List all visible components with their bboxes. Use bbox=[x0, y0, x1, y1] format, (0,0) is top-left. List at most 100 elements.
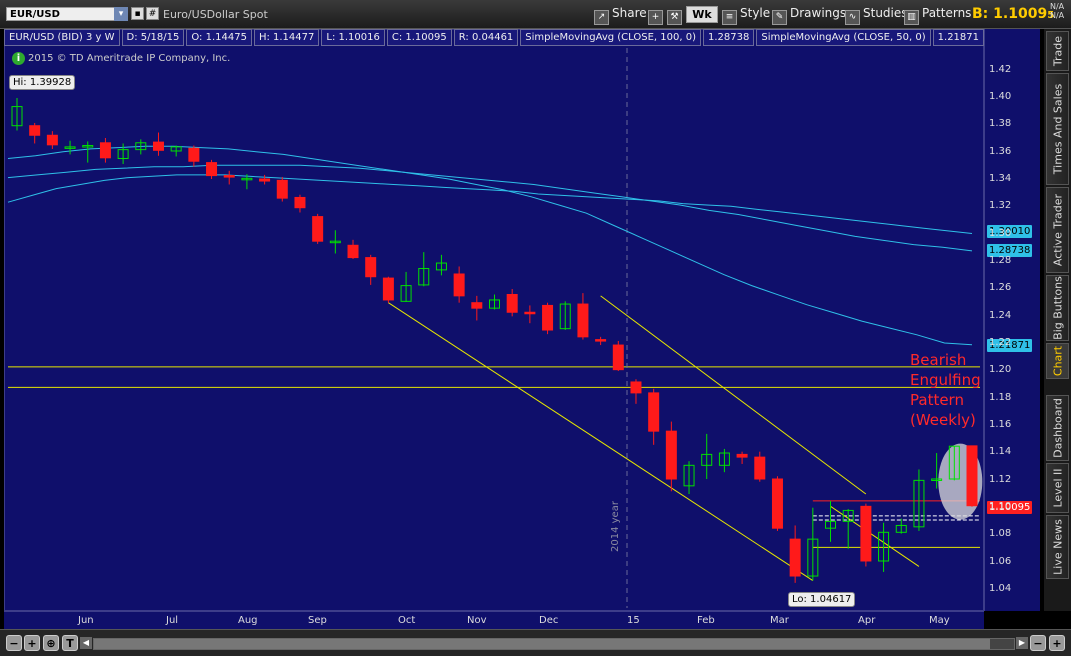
candle-down bbox=[966, 445, 978, 507]
scroll-right-icon[interactable]: ▶ bbox=[1016, 637, 1028, 649]
year-separator-label: 2014 year bbox=[610, 501, 621, 552]
candle-down bbox=[188, 147, 200, 162]
sma-line-0 bbox=[7, 174, 973, 234]
candle-down bbox=[453, 273, 465, 297]
price-tick-label: 1.36 bbox=[989, 145, 1012, 157]
candle-down bbox=[471, 302, 483, 309]
info-sma100-label: SimpleMovingAvg (CLOSE, 100, 0) bbox=[520, 29, 701, 46]
zoom-in-right-icon[interactable]: + bbox=[1049, 635, 1065, 651]
candle-down bbox=[577, 303, 589, 338]
tab-live-news[interactable]: Live News bbox=[1046, 515, 1069, 579]
candle-down bbox=[223, 175, 235, 178]
price-tick-label: 1.38 bbox=[989, 118, 1012, 130]
time-tick-label: Mar bbox=[770, 615, 789, 626]
zoom-out-right-icon[interactable]: − bbox=[1030, 635, 1046, 651]
candle-down bbox=[29, 125, 41, 136]
candle-down bbox=[506, 293, 518, 313]
candle-down bbox=[595, 339, 607, 342]
candle-down bbox=[860, 505, 872, 562]
tab-dashboard-label: Dashboard bbox=[1051, 398, 1064, 458]
price-tick-label: 1.42 bbox=[989, 63, 1012, 75]
tab-trade-label: Trade bbox=[1051, 35, 1064, 67]
price-tick-label: 1.16 bbox=[989, 419, 1012, 430]
trend-line bbox=[600, 295, 867, 495]
copyright-text: 2015 © TD Ameritrade IP Company, Inc. bbox=[28, 53, 231, 64]
candle-down bbox=[206, 162, 218, 177]
candle-down bbox=[259, 178, 271, 182]
candle-down bbox=[648, 392, 660, 432]
price-tick-label: 1.10 bbox=[989, 501, 1012, 512]
candle-down bbox=[665, 430, 677, 480]
annotation-line-3: Pattern bbox=[910, 391, 964, 409]
time-axis[interactable]: Jun Jul Aug Sep Oct Nov Dec 15 Feb Mar Apr May bbox=[4, 611, 984, 630]
sma-line-1 bbox=[7, 164, 973, 252]
text-tool-icon[interactable]: T bbox=[62, 635, 78, 651]
annotation-line-2: Engulfing bbox=[910, 371, 981, 389]
time-tick-label: Oct bbox=[398, 615, 416, 626]
tab-level-ii[interactable]: Level II bbox=[1046, 463, 1069, 513]
time-tick-label: Sep bbox=[308, 615, 327, 626]
zoom-out-icon[interactable]: − bbox=[6, 635, 22, 651]
pattern-annotation: Bearish Engulfing Pattern (Weekly) bbox=[910, 350, 981, 430]
candle-down bbox=[347, 244, 359, 259]
tab-trade[interactable]: Trade bbox=[1046, 31, 1069, 71]
low-callout: Lo: 1.04617 bbox=[788, 592, 856, 607]
candle-down bbox=[789, 538, 801, 577]
price-tick-label: 1.18 bbox=[989, 391, 1012, 403]
info-sma50-label: SimpleMovingAvg (CLOSE, 50, 0) bbox=[756, 29, 931, 46]
candle-down bbox=[99, 142, 111, 159]
price-tick-label: 1.12 bbox=[989, 473, 1012, 485]
annotation-line-4: (Weekly) bbox=[910, 411, 976, 429]
candle-down bbox=[524, 311, 536, 315]
tab-chart[interactable]: Chart bbox=[1046, 343, 1069, 379]
chart-scrollbar[interactable] bbox=[93, 638, 1015, 650]
tab-level-ii-label: Level II bbox=[1051, 468, 1064, 508]
time-tick-label: Jun bbox=[78, 615, 94, 626]
price-tick-label: 1.14 bbox=[989, 446, 1012, 458]
tab-times-and-sales[interactable]: Times And Sales bbox=[1046, 73, 1069, 185]
tab-live-news-label: Live News bbox=[1051, 519, 1064, 575]
price-tick-label: 1.28 bbox=[989, 255, 1012, 266]
info-icon[interactable]: i bbox=[12, 52, 25, 65]
tab-times-and-sales-label: Times And Sales bbox=[1051, 83, 1064, 175]
price-tick-label: 1.26 bbox=[989, 282, 1012, 294]
side-tab-strip: Trade Times And Sales Active Trader Big … bbox=[1044, 29, 1071, 611]
chart-info-bar: EUR/USD (BID) 3 y W D: 5/18/15 O: 1.1447… bbox=[4, 29, 986, 46]
price-tick-label: 1.06 bbox=[989, 555, 1012, 567]
candle-down bbox=[771, 478, 783, 529]
time-tick-label: May bbox=[929, 615, 950, 626]
time-tick-label: Apr bbox=[858, 615, 876, 626]
candle-down bbox=[152, 141, 164, 151]
candle-down bbox=[312, 216, 324, 242]
price-tick-label: 1.32 bbox=[989, 200, 1012, 212]
scroll-thumb[interactable] bbox=[94, 639, 990, 649]
zoom-area-icon[interactable]: ⊕ bbox=[43, 635, 59, 651]
candle-down bbox=[382, 277, 394, 301]
trend-line bbox=[830, 505, 920, 567]
candle-down bbox=[630, 381, 642, 394]
zoom-in-icon[interactable]: + bbox=[24, 635, 40, 651]
candle-down bbox=[276, 179, 288, 199]
copyright-notice: i 2015 © TD Ameritrade IP Company, Inc. bbox=[12, 52, 230, 65]
price-axis[interactable]: 1.30010 1.28738 1.21871 1.10095 1.04 1.06… bbox=[984, 29, 1040, 611]
info-open: O: 1.14475 bbox=[186, 29, 252, 46]
tab-big-buttons[interactable]: Big Buttons bbox=[1046, 275, 1069, 341]
tab-chart-label: Chart bbox=[1051, 345, 1064, 377]
time-tick-label: Jul bbox=[166, 615, 179, 626]
chart-bottom-bar: − + ⊕ T ◀ ▶ − + bbox=[0, 629, 1071, 656]
tab-dashboard[interactable]: Dashboard bbox=[1046, 395, 1069, 461]
scroll-left-icon[interactable]: ◀ bbox=[80, 637, 92, 649]
candle-down bbox=[46, 134, 58, 146]
tab-active-trader[interactable]: Active Trader bbox=[1046, 187, 1069, 273]
price-tick-label: 1.04 bbox=[989, 583, 1012, 594]
time-tick-label: Nov bbox=[467, 615, 487, 626]
candle-down bbox=[754, 456, 766, 480]
price-tick-label: 1.30 bbox=[989, 227, 1012, 239]
info-sma50-value: 1.21871 bbox=[932, 29, 985, 46]
info-close: C: 1.10095 bbox=[386, 29, 452, 46]
time-tick-label: 15 bbox=[627, 615, 640, 626]
info-low: L: 1.10016 bbox=[321, 29, 385, 46]
candle-down bbox=[612, 344, 624, 371]
price-tick-label: 1.34 bbox=[989, 173, 1012, 184]
price-tick-label: 1.40 bbox=[989, 91, 1012, 102]
